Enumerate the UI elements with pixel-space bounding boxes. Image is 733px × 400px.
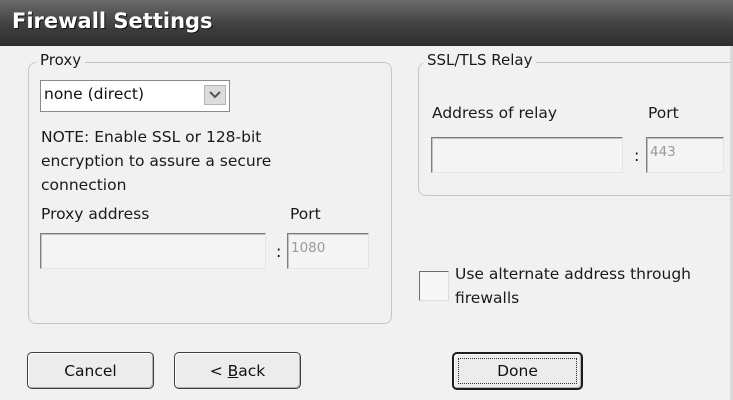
chevron-down-icon[interactable] [204,85,226,105]
proxy-type-value: none (direct) [44,85,145,103]
relay-address-field[interactable] [431,137,623,173]
relay-address-label: Address of relay [432,104,558,122]
back-button-prefix: < [209,361,228,380]
alternate-address-label-line-2[interactable]: firewalls [455,289,519,307]
back-button-mnemonic: B [227,361,239,380]
window-title: Firewall Settings [12,9,213,33]
done-button-label: Done [497,362,538,380]
back-button-label: < Back [210,362,266,380]
cancel-button[interactable]: Cancel [27,352,154,389]
proxy-note-line-1: NOTE: Enable SSL or 128-bit [41,128,262,146]
proxy-address-label: Proxy address [41,205,150,223]
proxy-port-label: Port [290,205,321,223]
proxy-type-select[interactable]: none (direct) [40,80,230,112]
proxy-port-value: 1080 [291,240,326,256]
title-bar: Firewall Settings [0,0,733,46]
proxy-address-field[interactable] [40,233,266,269]
back-button-rest: ack [238,361,266,380]
proxy-legend: Proxy [36,51,86,69]
relay-legend: SSL/TLS Relay [423,51,537,69]
alternate-address-label-line-1[interactable]: Use alternate address through [455,265,691,283]
alternate-address-checkbox[interactable] [419,271,449,301]
done-button[interactable]: Done [452,352,583,390]
proxy-port-separator: : [276,242,282,261]
relay-port-separator: : [634,146,640,165]
proxy-note-line-3: connection [41,176,127,194]
relay-port-value: 443 [650,144,676,160]
relay-group [418,62,733,196]
proxy-note-line-2: encryption to assure a secure [41,152,272,170]
proxy-port-field[interactable]: 1080 [287,233,369,269]
relay-port-label: Port [648,104,679,122]
cancel-button-label: Cancel [64,361,117,380]
back-button[interactable]: < Back [174,352,301,389]
relay-port-field[interactable]: 443 [646,137,724,173]
